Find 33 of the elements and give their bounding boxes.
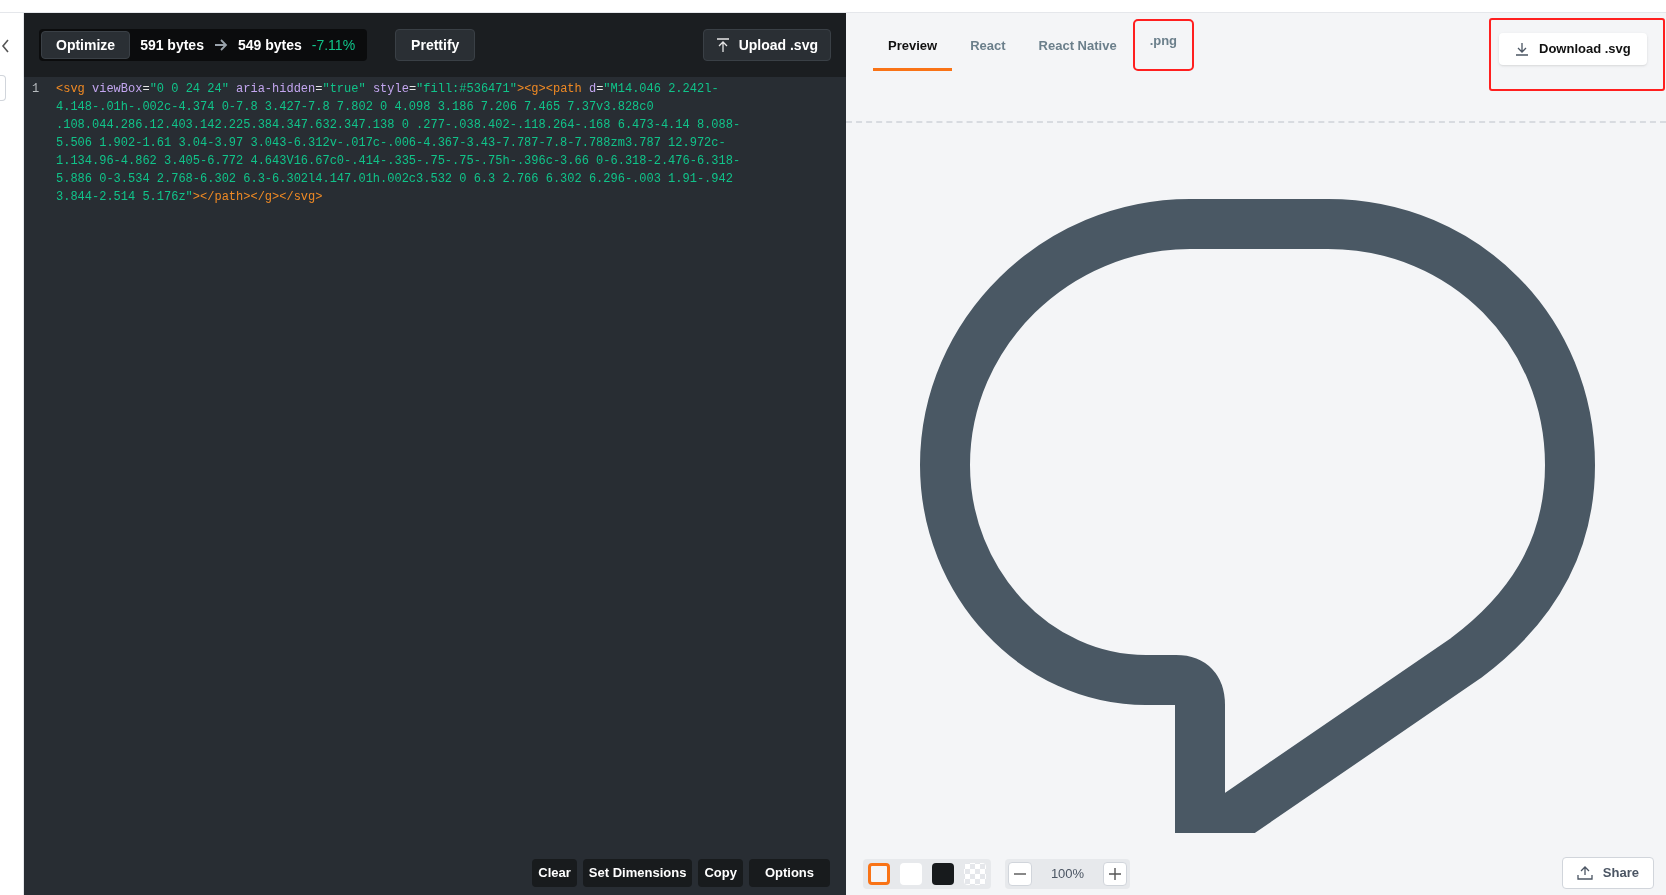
code-line: <svg viewBox="0 0 24 24" aria-hidden="true" style="fill:#536471"><g><path d="M14.046 2.242l-4.148-.01h-.002c-4.374 0-7.8 3.427-7.8 7.802 0 4.098 3.186 7.206 7.465 7.37v3.828c0 .108.044.286.12.403.142.225.384.347.632.347.138 0 .277-.038.402-.118.264-.168 6.473-4.14 8.088-5.506 1.902-1.61 3.04-3.97 3.043-6.312v-.017c-.006-4.367-3.43-7.787-7.8-7.788zm3.787 12.972c-1.134.96-4.862 3.405-6.772 4.643V16.67c0-.414-.335-.75-.75-.75h-.396c-3.66 0-6.318-2.476-6.318-5.886 0-3.534 2.768-6.302 6.3-6.302l4.147.01h.002c3.532 0 6.3 2.766 6.302 6.296-.003 1.91-.942 3.844-2.514 5.176z"></path></g></svg>	[56, 81, 742, 206]
size-before: 591 bytes	[140, 35, 204, 55]
background-swatch[interactable]	[868, 863, 890, 885]
preview-tab[interactable]: .png	[1134, 21, 1193, 69]
share-button[interactable]: Share	[1561, 857, 1654, 889]
preview-tab[interactable]: React	[955, 23, 1021, 71]
size-after: 549 bytes	[237, 35, 302, 55]
share-icon	[1576, 866, 1593, 880]
background-swatch[interactable]	[964, 863, 986, 885]
editor-action-button[interactable]: Options	[748, 859, 830, 887]
zoom-level: 100%	[1049, 865, 1086, 884]
chevron-left-icon[interactable]	[1, 39, 11, 53]
minus-icon	[1014, 873, 1026, 875]
background-swatch[interactable]	[900, 863, 922, 885]
zoom-in-button[interactable]	[1103, 862, 1127, 886]
editor-action-button[interactable]: Clear	[532, 859, 577, 887]
arrow-right-icon	[213, 39, 228, 51]
upload-button[interactable]: Upload .svg	[702, 29, 831, 61]
editor-action-button[interactable]: Copy	[698, 859, 743, 887]
preview-tab[interactable]: React Native	[1023, 23, 1132, 71]
zoom-out-button[interactable]	[1008, 862, 1032, 886]
download-button[interactable]: Download .svg	[1499, 33, 1647, 65]
size-change: -7.11%	[311, 35, 356, 55]
upload-icon	[715, 37, 730, 53]
background-swatch[interactable]	[932, 863, 954, 885]
line-number: 1	[31, 81, 41, 98]
editor-action-button[interactable]: Set Dimensions	[582, 859, 693, 887]
plus-icon	[1109, 868, 1121, 880]
panel-edge	[0, 75, 6, 101]
download-icon	[1515, 42, 1529, 56]
optimize-button[interactable]: Optimize	[41, 31, 131, 59]
prettify-button[interactable]: Prettify	[395, 29, 476, 61]
preview-tab[interactable]: Preview	[873, 23, 953, 71]
